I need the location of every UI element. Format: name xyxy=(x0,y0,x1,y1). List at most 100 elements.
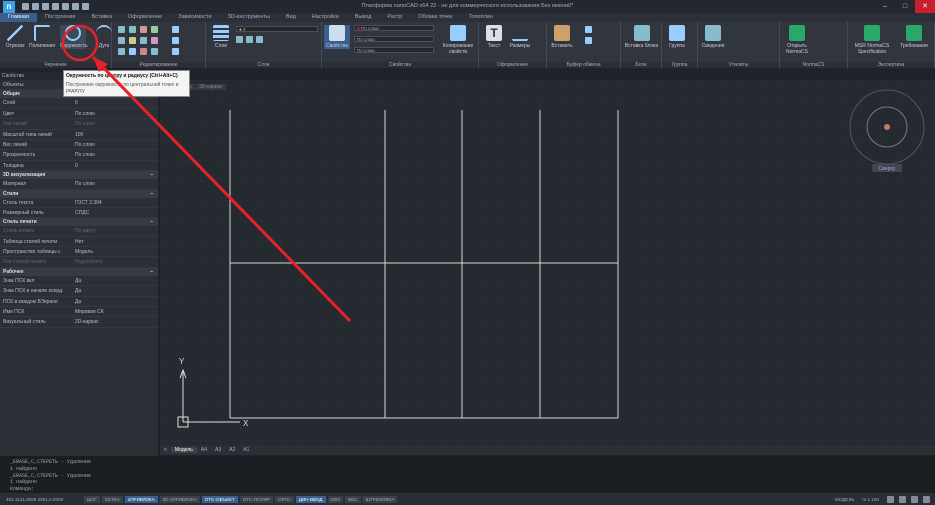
tab-4[interactable]: Зависимости xyxy=(170,13,219,22)
settings-icon[interactable] xyxy=(911,495,918,503)
property-value[interactable]: По слою xyxy=(73,119,158,128)
maximize-button[interactable]: □ xyxy=(895,0,915,13)
insert-block-button[interactable]: Вставка блока xyxy=(623,25,660,49)
info-button[interactable]: Сведения xyxy=(700,25,726,49)
property-value[interactable]: Да xyxy=(73,286,158,295)
join-icon[interactable] xyxy=(172,48,179,55)
property-value[interactable]: По слою xyxy=(73,140,158,149)
group-button[interactable]: Группа xyxy=(664,25,690,49)
status-toggle-6[interactable]: ОРТО xyxy=(275,495,294,503)
fullscreen-icon[interactable] xyxy=(923,495,930,503)
mirror-icon[interactable] xyxy=(151,26,158,33)
layout-tab-0[interactable]: Модель xyxy=(170,447,197,453)
layers-button[interactable]: Слои xyxy=(208,25,234,49)
open-file-icon[interactable] xyxy=(32,3,39,10)
status-toggle-9[interactable]: ВЕС xyxy=(345,495,361,503)
print-icon[interactable] xyxy=(62,3,69,10)
collapse-icon[interactable]: – xyxy=(150,218,153,226)
property-value[interactable]: 100 xyxy=(73,130,158,139)
property-row[interactable]: ПСК в каждом ВЭкране Да xyxy=(0,297,158,308)
property-row[interactable]: Имя ПСК Мировая СК xyxy=(0,307,158,318)
property-row[interactable]: Размерный стиль СПДС xyxy=(0,208,158,219)
layer-tool-icon[interactable] xyxy=(246,36,253,43)
offset-icon[interactable] xyxy=(151,37,158,44)
section-plot[interactable]: Стиль печати – xyxy=(0,218,158,227)
dimensions-button[interactable]: Размеры xyxy=(507,25,533,49)
model-space-label[interactable]: МОДЕЛЬ xyxy=(835,497,855,502)
property-row[interactable]: Таблица стилей печати Нет xyxy=(0,237,158,248)
layout-tab-4[interactable]: A1 xyxy=(239,447,253,453)
layout-tab-1[interactable]: A4 xyxy=(197,447,211,453)
status-toggle-7[interactable]: ДИН-ВВОД xyxy=(295,495,326,503)
property-row[interactable]: Цвет По слою xyxy=(0,109,158,120)
layer-tool-icon[interactable] xyxy=(256,36,263,43)
erase-icon[interactable] xyxy=(140,48,147,55)
tab-7[interactable]: Настройки xyxy=(304,13,347,22)
tab-10[interactable]: Облака точек xyxy=(410,13,460,22)
layer-select[interactable]: ● 0 xyxy=(236,26,318,32)
save-icon[interactable] xyxy=(42,3,49,10)
property-value[interactable]: По слою xyxy=(73,109,158,118)
property-value[interactable]: По слою xyxy=(73,150,158,159)
status-toggle-5[interactable]: ОТС-ПОЛЯР xyxy=(239,495,274,503)
property-value[interactable]: По цвету xyxy=(73,226,158,235)
rotate-icon[interactable] xyxy=(140,26,147,33)
scale-icon[interactable] xyxy=(118,37,125,44)
paste-button[interactable]: Вставить xyxy=(549,25,575,49)
property-value[interactable]: ГОСТ 2.304 xyxy=(73,198,158,207)
polyline-button[interactable]: Полилиния xyxy=(29,25,55,49)
property-value[interactable]: Нет xyxy=(73,237,158,246)
property-row[interactable]: Вес линий По слою xyxy=(0,140,158,151)
collapse-icon[interactable]: – xyxy=(150,190,153,198)
minimize-button[interactable]: – xyxy=(875,0,895,13)
status-toggle-8[interactable]: ИЗО xyxy=(327,495,344,503)
status-toggle-3[interactable]: 3D оПРИВЯЗКА xyxy=(159,495,200,503)
status-toggle-1[interactable]: СЕТКА xyxy=(101,495,123,503)
layout-tab-2[interactable]: A3 xyxy=(211,447,225,453)
tab-2[interactable]: Вставка xyxy=(84,13,120,22)
property-value[interactable]: 2D-каркас xyxy=(73,317,158,326)
circle-button[interactable]: Окружность xyxy=(60,25,88,49)
tab-1[interactable]: Построение xyxy=(37,13,84,22)
undo-icon[interactable] xyxy=(72,3,79,10)
cut-icon[interactable] xyxy=(585,26,592,33)
status-toggle-10[interactable]: ШТРИХОВКА xyxy=(362,495,398,503)
collapse-icon[interactable]: – xyxy=(150,268,153,276)
layer-tool-icon[interactable] xyxy=(236,36,243,43)
array-icon[interactable] xyxy=(118,48,125,55)
copy-clip-icon[interactable] xyxy=(585,37,592,44)
status-toggle-0[interactable]: ШАГ xyxy=(84,495,100,503)
stretch-icon[interactable] xyxy=(172,26,179,33)
drawing-area[interactable]: Y X Сверху xyxy=(160,80,935,445)
property-value[interactable]: Мировая СК xyxy=(73,307,158,316)
property-row[interactable]: Тип линий По слою xyxy=(0,119,158,130)
property-value[interactable]: СПДС xyxy=(73,208,158,217)
property-row[interactable]: Прозрачность По слою xyxy=(0,150,158,161)
tab-3[interactable]: Оформление xyxy=(120,13,170,22)
line-button[interactable]: Отрезок xyxy=(2,25,28,49)
property-row[interactable]: Материал По слою xyxy=(0,179,158,190)
section-view[interactable]: Рабочее – xyxy=(0,267,158,276)
property-row[interactable]: Знак ПСК вкл Да xyxy=(0,276,158,287)
tab-8[interactable]: Вывод xyxy=(347,13,380,22)
layout-menu-icon[interactable]: ≡ xyxy=(160,447,171,453)
visual-style-label[interactable]: 2D-каркас xyxy=(196,84,226,90)
property-row[interactable]: Стиль печати По цвету xyxy=(0,226,158,237)
status-toggle-4[interactable]: ОТС-ОБЪЕКТ xyxy=(201,495,238,503)
layout-tab-3[interactable]: A2 xyxy=(225,447,239,453)
tab-5[interactable]: 3D-инструменты xyxy=(220,13,278,22)
command-line[interactable]: _ERASE,С,СТЕРЕТЬ - Удаление 1 найдено _ERA… xyxy=(0,456,935,493)
property-value[interactable]: 0 xyxy=(73,98,158,107)
properties-button[interactable]: Свойства xyxy=(324,25,350,49)
pan-icon[interactable] xyxy=(887,495,894,503)
drawing-canvas[interactable]: Y X Сверху xyxy=(160,80,935,445)
property-value[interactable]: Да xyxy=(73,297,158,306)
zoom-icon[interactable] xyxy=(899,495,906,503)
redo-icon[interactable] xyxy=(82,3,89,10)
collapse-icon[interactable]: – xyxy=(150,171,153,179)
linetype-select[interactable]: По слою xyxy=(354,36,434,42)
text-button[interactable]: T Текст xyxy=(481,25,507,49)
property-value[interactable]: Недоступно xyxy=(73,257,158,266)
property-row[interactable]: Масштаб типа линий 100 xyxy=(0,130,158,140)
tab-9[interactable]: Растр xyxy=(379,13,410,22)
